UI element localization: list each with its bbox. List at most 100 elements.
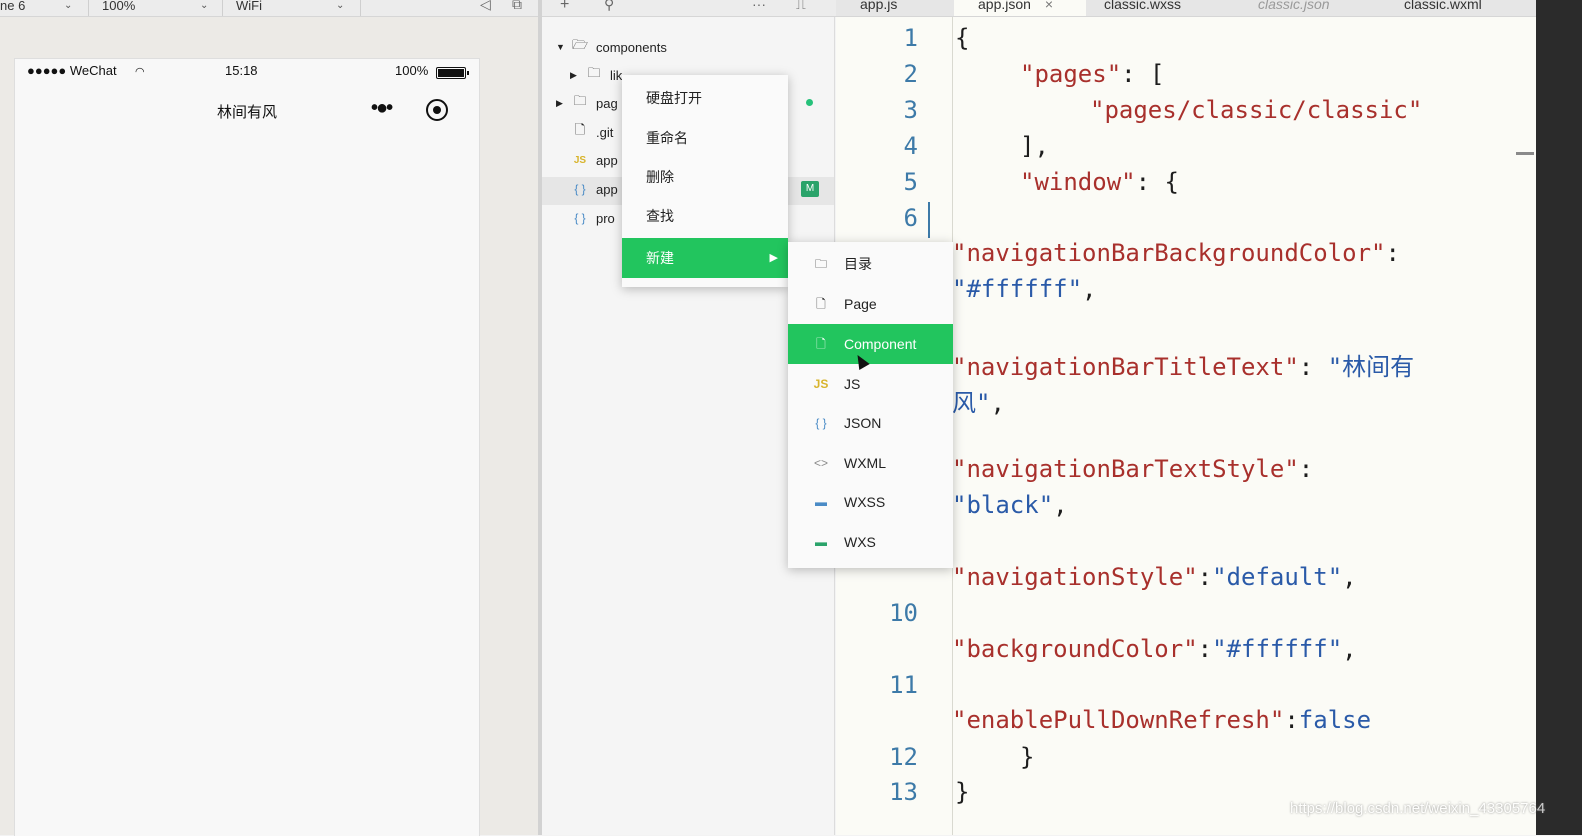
code-line: "pages": [ <box>1020 60 1165 88</box>
modified-badge: M <box>801 181 819 197</box>
code-punct: : <box>1298 455 1314 483</box>
scrollbar-thumb[interactable] <box>1516 152 1534 155</box>
json-key: "backgroundColor" <box>952 635 1198 663</box>
tab-label: app.js <box>860 0 898 12</box>
code-punct: , <box>1342 563 1357 591</box>
window-icon[interactable]: ⧉ <box>512 0 522 13</box>
add-icon[interactable]: + <box>560 0 569 14</box>
json-icon: { } <box>815 416 827 430</box>
close-target-icon[interactable] <box>426 99 448 121</box>
submenu-item-label: JSON <box>844 415 882 431</box>
phone-screen: ●●●●● WeChat ◠ 15:18 100% 林间有风 •●• <box>14 58 480 836</box>
menu-item-find[interactable]: 查找 <box>622 196 788 236</box>
code-line: "enablePullDownRefresh":false <box>952 706 1371 734</box>
submenu-item-component[interactable]: 🗋 Component <box>788 324 953 364</box>
code-line: "navigationBarBackgroundColor": <box>952 239 1400 267</box>
toolbar-divider <box>360 0 361 16</box>
tab-label: classic.wxss <box>1104 0 1182 12</box>
code-punct: : <box>1197 635 1213 663</box>
close-icon[interactable]: × <box>1045 0 1053 12</box>
json-string: "black" <box>952 491 1054 519</box>
code-line: "navigationBarTitleText": "林间有 <box>952 347 1414 382</box>
network-select-value: WiFi <box>236 0 262 13</box>
nav-title: 林间有风 <box>216 104 277 121</box>
submenu-item-label: 目录 <box>844 256 872 272</box>
tree-item-lik[interactable]: ▶ 🗀 lik <box>570 64 622 86</box>
code-punct: : <box>1284 706 1299 734</box>
submenu-item-wxs[interactable]: ▬ WXS <box>788 522 953 562</box>
editor-tabs: app.js app.json × classic.wxss classic.j… <box>836 0 1536 16</box>
code-line: "window": { <box>1020 168 1179 196</box>
line-number: 4 <box>903 132 918 160</box>
carrier-label: ●●●●● WeChat <box>27 63 117 78</box>
js-icon: JS <box>813 377 829 391</box>
code-punct: , <box>1342 635 1357 663</box>
tree-item-app-json[interactable]: { } app <box>572 178 617 200</box>
line-number: 10 <box>889 599 918 627</box>
tree-item-label: app <box>596 152 618 168</box>
menu-item-rename[interactable]: 重命名 <box>622 118 788 158</box>
zoom-select-value: 100% <box>102 0 136 13</box>
status-bar: ●●●●● WeChat ◠ 15:18 100% <box>15 59 479 85</box>
tree-item-components[interactable]: ▼ 🗁 components <box>556 36 667 58</box>
menu-item-label: 新建 <box>646 250 674 266</box>
more-icon[interactable]: ··· <box>752 0 766 12</box>
tab-app-json[interactable]: app.json × <box>954 0 1086 16</box>
code-punct: , <box>1053 491 1068 519</box>
json-key: "navigationStyle" <box>952 563 1198 591</box>
tab-classic-wxss[interactable]: classic.wxss <box>1104 0 1234 16</box>
js-file-icon: JS <box>573 154 587 166</box>
new-submenu: 🗀 目录 🗋 Page 🗋 Component JS JS { } JSON <… <box>788 242 953 568</box>
line-number: 12 <box>889 743 918 771</box>
submenu-item-label: WXML <box>844 455 886 471</box>
expand-right-icon: ▶ <box>556 97 563 108</box>
search-icon[interactable]: ⚲ <box>604 0 614 13</box>
tree-item-project-config[interactable]: { } pro <box>572 207 615 229</box>
submenu-item-label: JS <box>844 376 861 392</box>
tab-classic-json[interactable]: classic.json <box>1258 0 1388 16</box>
menu-item-delete[interactable]: 删除 <box>622 157 788 197</box>
json-key: "navigationBarBackgroundColor" <box>952 239 1386 267</box>
submenu-item-label: WXSS <box>844 494 886 510</box>
code-line: "pages/classic/classic" <box>1090 96 1422 124</box>
battery-text: 100% <box>395 63 429 78</box>
code-line: "backgroundColor":"#ffffff", <box>952 635 1357 663</box>
code-line: "black", <box>952 491 1068 519</box>
network-select[interactable]: WiFi ⌄ <box>236 0 346 15</box>
tab-label: classic.json <box>1258 0 1330 12</box>
submenu-item-page[interactable]: 🗋 Page <box>788 284 953 324</box>
tab-app-js[interactable]: app.js <box>860 0 950 16</box>
device-select-value: ne 6 <box>0 0 26 13</box>
code-punct: : <box>1385 239 1400 267</box>
code-line: ], <box>1020 132 1049 160</box>
submenu-item-directory[interactable]: 🗀 目录 <box>788 244 953 284</box>
device-select[interactable]: ne 6 ⌄ <box>0 0 80 15</box>
file-icon: 🗋 <box>816 337 826 351</box>
code-punct: : { <box>1135 168 1179 196</box>
code-punct: : <box>1197 563 1213 591</box>
split-icon[interactable]: ⎍ <box>796 0 806 13</box>
code-line: "#ffffff", <box>952 275 1097 303</box>
menu-item-new[interactable]: 新建 ▶ <box>622 238 788 278</box>
chevron-down-icon: ⌄ <box>336 0 345 11</box>
file-icon: 🗋 <box>574 122 586 137</box>
submenu-item-wxss[interactable]: ▬ WXSS <box>788 482 953 522</box>
tree-item-label: pro <box>596 210 615 226</box>
line-number: 2 <box>903 60 918 88</box>
chevron-down-icon: ⌄ <box>64 0 73 11</box>
line-number: 1 <box>903 24 918 52</box>
line-number: 5 <box>903 168 918 196</box>
submenu-item-json[interactable]: { } JSON <box>788 403 953 443</box>
submenu-item-js[interactable]: JS JS <box>788 364 953 404</box>
tab-classic-wxml[interactable]: classic.wxml <box>1404 0 1534 16</box>
mute-icon[interactable]: ◁ <box>480 0 491 13</box>
watermark: https://blog.csdn.net/weixin_43305764 <box>1290 800 1546 817</box>
zoom-select[interactable]: 100% ⌄ <box>102 0 212 15</box>
tree-item-pages[interactable]: ▶ 🗀 pag <box>556 92 618 114</box>
tree-item-app-js[interactable]: JS app <box>572 149 618 171</box>
text-caret <box>928 202 930 238</box>
menu-item-open-in-finder[interactable]: 硬盘打开 <box>622 78 788 118</box>
submenu-item-wxml[interactable]: <> WXML <box>788 443 953 483</box>
tree-item-gitignore[interactable]: 🗋 .git <box>572 121 614 143</box>
more-dots-icon[interactable]: •●• <box>371 97 393 120</box>
